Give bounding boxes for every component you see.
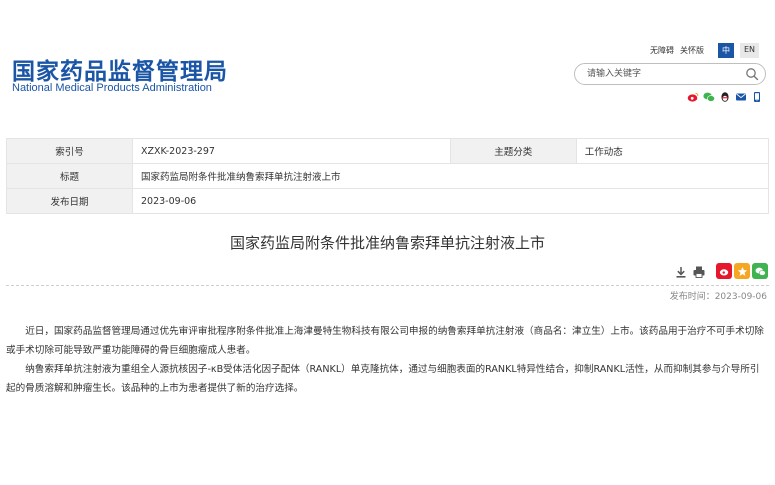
share-buttons — [716, 263, 770, 279]
article-title: 国家药监局附条件批准纳鲁索拜单抗注射液上市 — [229, 234, 545, 252]
top-links: 无障碍 关怀版 中 EN — [644, 43, 759, 58]
article-paragraph: 近日，国家药品监督管理局通过优先审评审批程序附条件批准上海津曼特生物科技有限公司… — [6, 326, 764, 356]
care-edition-link[interactable]: 关怀版 — [680, 45, 704, 56]
logo-english[interactable]: National Medical Products Administration — [12, 82, 212, 94]
table-row: 标题 国家药监局附条件批准纳鲁索拜单抗注射液上市 — [6, 163, 769, 189]
table-row: 索引号 XZXK-2023-297 主题分类 工作动态 — [6, 138, 770, 164]
weibo-icon[interactable] — [687, 91, 699, 103]
index-label: 索引号 — [6, 138, 133, 164]
weibo-share-icon[interactable] — [716, 263, 732, 279]
search-box — [574, 63, 766, 85]
table-row: 发布日期 2023-09-06 — [6, 188, 769, 214]
logo-chinese[interactable]: 国家药品监督管理局 — [12, 52, 228, 86]
article-tools — [674, 265, 710, 279]
mobile-icon[interactable] — [751, 91, 763, 103]
category-label: 主题分类 — [449, 138, 577, 164]
email-icon[interactable] — [735, 91, 747, 103]
search-input[interactable] — [587, 67, 737, 81]
lang-chinese-button[interactable]: 中 — [717, 43, 734, 58]
article-paragraph: 纳鲁索拜单抗注射液为重组全人源抗核因子-κB受体活化因子配体（RANKL）单克隆… — [6, 364, 760, 394]
date-value: 2023-09-06 — [132, 188, 769, 214]
download-icon[interactable] — [674, 265, 688, 279]
category-value: 工作动态 — [575, 138, 770, 164]
print-icon[interactable] — [692, 265, 706, 279]
accessibility-link[interactable]: 无障碍 — [650, 45, 674, 56]
qq-icon[interactable] — [719, 91, 731, 103]
divider — [6, 285, 769, 286]
site-header: 国家药品监督管理局 National Medical Products Admi… — [0, 0, 775, 120]
title-label: 标题 — [6, 163, 133, 189]
index-value: XZXK-2023-297 — [132, 138, 451, 164]
wechat-icon[interactable] — [703, 91, 715, 103]
title-value: 国家药监局附条件批准纳鲁索拜单抗注射液上市 — [132, 163, 769, 189]
lang-english-button[interactable]: EN — [739, 43, 759, 58]
wechat-share-icon[interactable] — [752, 263, 768, 279]
article-body: 近日，国家药品监督管理局通过优先审评审批程序附条件批准上海津曼特生物科技有限公司… — [6, 322, 769, 398]
social-share-bar — [683, 91, 763, 103]
search-icon[interactable] — [745, 67, 759, 81]
favorite-star-icon[interactable] — [734, 263, 750, 279]
publish-time: 发布时间：2023-09-06 — [669, 292, 767, 302]
language-switch: 中 EN — [712, 43, 759, 58]
date-label: 发布日期 — [6, 188, 133, 214]
article-meta-table: 索引号 XZXK-2023-297 主题分类 工作动态 标题 国家药监局附条件批… — [6, 138, 770, 214]
